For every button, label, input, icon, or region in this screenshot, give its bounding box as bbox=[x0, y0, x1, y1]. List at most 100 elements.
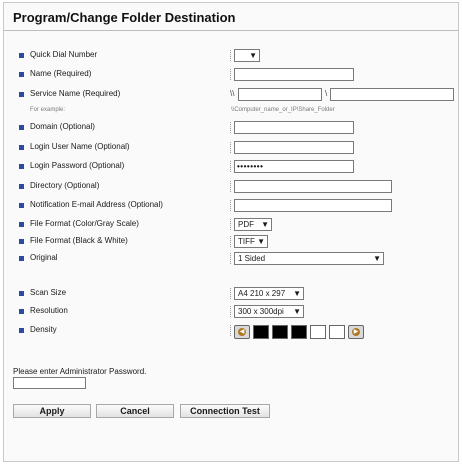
directory-input[interactable] bbox=[234, 180, 392, 193]
field-marker bbox=[230, 142, 232, 153]
admin-password-prompt: Please enter Administrator Password. bbox=[13, 367, 147, 376]
density-cell bbox=[310, 325, 326, 339]
chevron-down-icon: ▼ bbox=[373, 254, 381, 263]
chevron-down-icon: ▼ bbox=[249, 51, 257, 60]
service-name-label: Service Name (Required) bbox=[30, 89, 121, 98]
page-title: Program/Change Folder Destination bbox=[13, 10, 236, 25]
domain-label: Domain (Optional) bbox=[30, 122, 95, 131]
row-quick-dial: Quick Dial Number ▼ bbox=[0, 48, 462, 64]
bullet-icon bbox=[19, 145, 24, 150]
field-marker bbox=[230, 253, 232, 264]
file-format-bw-label: File Format (Black & White) bbox=[30, 236, 128, 245]
density-cell bbox=[253, 325, 269, 339]
connection-test-button[interactable]: Connection Test bbox=[180, 404, 270, 418]
quick-dial-select[interactable]: ▼ bbox=[234, 49, 260, 62]
example-label: For example: bbox=[30, 107, 66, 113]
original-label: Original bbox=[30, 253, 58, 262]
row-notification-email: Notification E-mail Address (Optional) bbox=[0, 198, 462, 214]
density-cell bbox=[329, 325, 345, 339]
field-marker bbox=[230, 181, 232, 192]
bullet-icon bbox=[19, 164, 24, 169]
field-marker bbox=[230, 288, 232, 299]
row-login-password: Login Password (Optional) •••••••• bbox=[0, 159, 462, 175]
field-marker bbox=[230, 50, 232, 61]
resolution-select[interactable]: 300 x 300dpi ▼ bbox=[234, 305, 304, 318]
resolution-value: 300 x 300dpi bbox=[238, 307, 284, 316]
login-password-label: Login Password (Optional) bbox=[30, 161, 125, 170]
bullet-icon bbox=[19, 256, 24, 261]
bullet-icon bbox=[19, 53, 24, 58]
bullet-icon bbox=[19, 184, 24, 189]
density-label: Density bbox=[30, 325, 57, 334]
name-input[interactable] bbox=[234, 68, 354, 81]
directory-label: Directory (Optional) bbox=[30, 181, 100, 190]
file-format-color-label: File Format (Color/Gray Scale) bbox=[30, 219, 139, 228]
bullet-icon bbox=[19, 125, 24, 130]
field-marker bbox=[230, 306, 232, 317]
quick-dial-label: Quick Dial Number bbox=[30, 50, 98, 59]
chevron-down-icon: ▼ bbox=[261, 220, 269, 229]
domain-input[interactable] bbox=[234, 121, 354, 134]
row-scan-size: Scan Size A4 210 x 297 ▼ bbox=[0, 286, 462, 302]
row-file-format-bw: File Format (Black & White) TIFF ▼ bbox=[0, 234, 462, 250]
file-format-bw-select[interactable]: TIFF ▼ bbox=[234, 235, 268, 248]
file-format-color-select[interactable]: PDF ▼ bbox=[234, 218, 272, 231]
login-password-input[interactable]: •••••••• bbox=[234, 160, 354, 173]
login-user-input[interactable] bbox=[234, 141, 354, 154]
scan-size-select[interactable]: A4 210 x 297 ▼ bbox=[234, 287, 304, 300]
row-density: Density bbox=[0, 323, 462, 339]
resolution-label: Resolution bbox=[30, 306, 68, 315]
density-cell bbox=[272, 325, 288, 339]
row-login-user: Login User Name (Optional) bbox=[0, 140, 462, 156]
density-increase-button[interactable]: ▶ bbox=[348, 325, 364, 339]
density-control: ◀ ▶ bbox=[234, 325, 374, 339]
row-file-format-color: File Format (Color/Gray Scale) PDF ▼ bbox=[0, 217, 462, 233]
arrow-left-icon: ◀ bbox=[238, 328, 246, 336]
field-marker bbox=[230, 219, 232, 230]
density-decrease-button[interactable]: ◀ bbox=[234, 325, 250, 339]
bullet-icon bbox=[19, 222, 24, 227]
row-service-name: Service Name (Required) \\ \ bbox=[0, 87, 462, 103]
bullet-icon bbox=[19, 239, 24, 244]
bullet-icon bbox=[19, 92, 24, 97]
original-select[interactable]: 1 Sided ▼ bbox=[234, 252, 384, 265]
name-label: Name (Required) bbox=[30, 69, 92, 78]
row-name: Name (Required) bbox=[0, 67, 462, 83]
scan-size-value: A4 210 x 297 bbox=[238, 289, 286, 298]
field-marker bbox=[230, 236, 232, 247]
field-marker bbox=[230, 200, 232, 211]
bullet-icon bbox=[19, 309, 24, 314]
apply-button[interactable]: Apply bbox=[13, 404, 91, 418]
file-format-bw-value: TIFF bbox=[238, 237, 255, 246]
field-marker bbox=[230, 161, 232, 172]
row-original: Original 1 Sided ▼ bbox=[0, 251, 462, 267]
service-name-prefix: \\ bbox=[230, 89, 235, 98]
density-cell bbox=[291, 325, 307, 339]
notification-email-input[interactable] bbox=[234, 199, 392, 212]
field-marker bbox=[230, 69, 232, 80]
cancel-button[interactable]: Cancel bbox=[96, 404, 174, 418]
service-name-separator: \ bbox=[325, 89, 328, 98]
bullet-icon bbox=[19, 72, 24, 77]
arrow-right-icon: ▶ bbox=[352, 328, 360, 336]
file-format-color-value: PDF bbox=[238, 220, 254, 229]
admin-password-input[interactable] bbox=[13, 377, 86, 389]
login-user-label: Login User Name (Optional) bbox=[30, 142, 130, 151]
row-directory: Directory (Optional) bbox=[0, 179, 462, 195]
bullet-icon bbox=[19, 291, 24, 296]
example-path: \\Computer_name_or_IP\Share_Folder bbox=[231, 107, 335, 113]
title-divider bbox=[4, 30, 458, 31]
bullet-icon bbox=[19, 328, 24, 333]
scan-size-label: Scan Size bbox=[30, 288, 67, 297]
chevron-down-icon: ▼ bbox=[257, 237, 265, 246]
service-computer-input[interactable] bbox=[238, 88, 322, 101]
bullet-icon bbox=[19, 203, 24, 208]
chevron-down-icon: ▼ bbox=[293, 307, 301, 316]
original-value: 1 Sided bbox=[238, 254, 266, 263]
field-marker bbox=[230, 325, 232, 336]
service-share-input[interactable] bbox=[330, 88, 454, 101]
row-domain: Domain (Optional) bbox=[0, 120, 462, 136]
row-resolution: Resolution 300 x 300dpi ▼ bbox=[0, 304, 462, 320]
notification-email-label: Notification E-mail Address (Optional) bbox=[30, 200, 163, 209]
chevron-down-icon: ▼ bbox=[293, 289, 301, 298]
